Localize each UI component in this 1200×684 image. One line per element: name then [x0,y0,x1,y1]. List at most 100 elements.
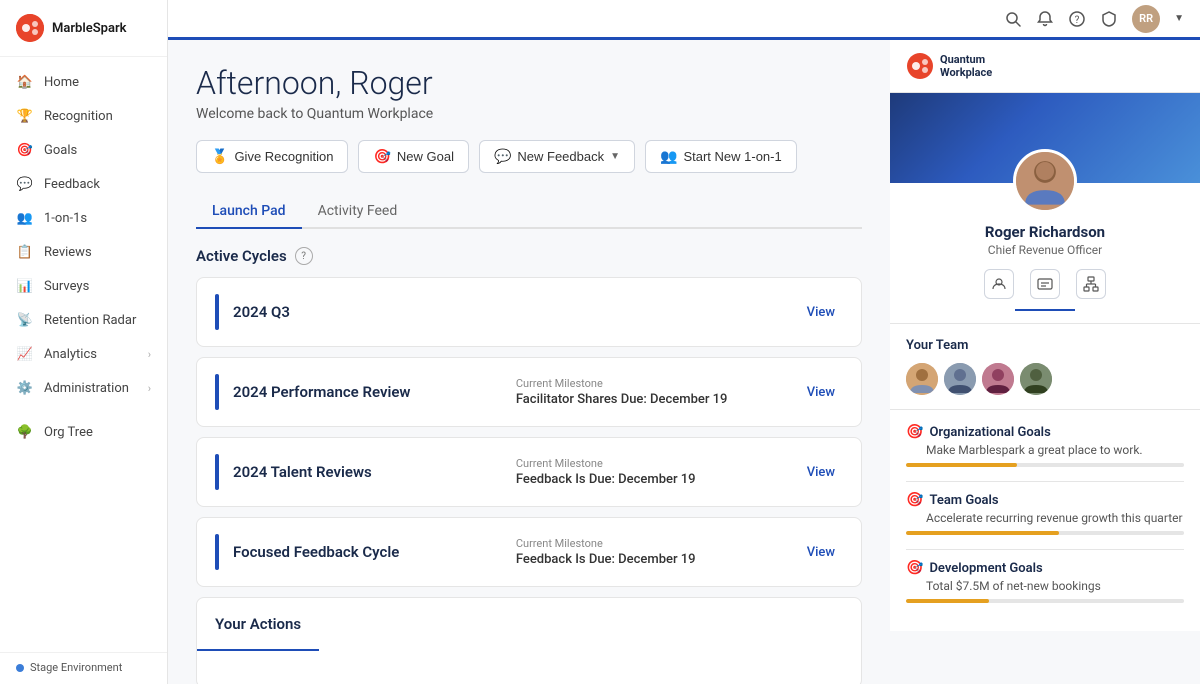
team-goal-bar [906,531,1059,535]
start-1on1-button[interactable]: 👥 Start New 1-on-1 [645,140,797,173]
dev-goal-icon: 🎯 [906,560,923,576]
recognition-icon: 🏆 [16,107,34,125]
cycle-card-talent: 2024 Talent Reviews Current Milestone Fe… [196,437,862,507]
cycle-name-talent: 2024 Talent Reviews [233,463,516,481]
your-actions-content [197,651,861,684]
team-member-4[interactable] [1020,363,1052,395]
profile-title: Chief Revenue Officer [906,243,1184,257]
qw-logo: Quantum Workplace [906,52,992,80]
tab-launchpad[interactable]: Launch Pad [196,195,302,229]
cycle-name-perf: 2024 Performance Review [233,383,516,401]
goal-btn-icon: 🎯 [373,148,390,165]
new-feedback-label: New Feedback [517,149,604,164]
shield-icon[interactable] [1100,10,1118,28]
sidebar-label-orgtree: Org Tree [44,425,151,440]
reviews-icon: 📋 [16,243,34,261]
sidebar-label-retention: Retention Radar [44,313,151,328]
cycle-accent-talent [215,454,219,490]
profile-org-icon[interactable] [1076,269,1106,299]
sidebar-item-recognition[interactable]: 🏆 Recognition [0,99,167,133]
team-member-2[interactable] [944,363,976,395]
milestone-value-talent: Feedback Is Due: December 19 [516,472,799,487]
profile-avatar-image [1016,149,1074,213]
cycle-view-perf[interactable]: View [799,381,843,404]
retention-icon: 📡 [16,311,34,329]
dev-goal-text: Total $7.5M of net-new bookings [906,579,1184,593]
goal-item-dev: 🎯 Development Goals Total $7.5M of net-n… [906,560,1184,603]
help-icon[interactable]: ? [1068,10,1086,28]
sidebar-item-reviews[interactable]: 📋 Reviews [0,235,167,269]
team-avatars [906,363,1184,395]
goal-item-team: 🎯 Team Goals Accelerate recurring revenu… [906,492,1184,535]
analytics-icon: 📈 [16,345,34,363]
welcome-text: Welcome back to Quantum Workplace [196,106,862,122]
search-icon[interactable] [1004,10,1022,28]
milestone-value-perf: Facilitator Shares Due: December 19 [516,392,799,407]
topbar: ? RR ▼ [168,0,1200,40]
sidebar-item-admin[interactable]: ⚙️ Administration › [0,371,167,405]
new-goal-button[interactable]: 🎯 New Goal [358,140,469,173]
give-recognition-button[interactable]: 🏅 Give Recognition [196,140,348,173]
dev-goal-type: Development Goals [929,561,1042,576]
cycle-view-q3[interactable]: View [799,301,843,324]
your-actions-title: Your Actions [215,615,301,633]
sidebar-item-surveys[interactable]: 📊 Surveys [0,269,167,303]
active-cycles-header: Active Cycles ? [196,247,862,265]
tabs-container: Launch Pad Activity Feed [196,195,862,229]
goal-item-org: 🎯 Organizational Goals Make Marblespark … [906,424,1184,467]
stage-label: Stage Environment [30,661,122,674]
team-member-1[interactable] [906,363,938,395]
new-goal-label: New Goal [397,149,454,164]
qw-brand-name: Quantum [940,53,992,66]
sidebar-item-orgtree[interactable]: 🌳 Org Tree [0,415,167,449]
bell-icon[interactable] [1036,10,1054,28]
cycle-milestone-talent: Current Milestone Feedback Is Due: Decem… [516,457,799,487]
sidebar-item-home[interactable]: 🏠 Home [0,65,167,99]
your-actions-header: Your Actions [197,598,319,651]
goal-header-dev: 🎯 Development Goals [906,560,1184,576]
profile-card-icon[interactable] [1030,269,1060,299]
team-goal-type: Team Goals [929,493,998,508]
milestone-label-perf: Current Milestone [516,377,799,390]
org-goal-icon: 🎯 [906,424,923,440]
team-goal-progress [906,531,1184,535]
chevron-right-icon-admin: › [148,382,151,395]
active-cycles-help-icon[interactable]: ? [295,247,313,265]
sidebar-label-recognition: Recognition [44,109,151,124]
1on1-btn-icon: 👥 [660,148,677,165]
action-buttons: 🏅 Give Recognition 🎯 New Goal 💬 New Feed… [196,140,862,173]
sidebar-nav: 🏠 Home 🏆 Recognition 🎯 Goals 💬 Feedback … [0,57,167,652]
profile-view-icon[interactable] [984,269,1014,299]
cycle-name-focused: Focused Feedback Cycle [233,543,516,561]
new-feedback-button[interactable]: 💬 New Feedback ▼ [479,140,635,173]
milestone-label-talent: Current Milestone [516,457,799,470]
user-avatar[interactable]: RR [1132,5,1160,33]
sidebar-item-retention[interactable]: 📡 Retention Radar [0,303,167,337]
sidebar-item-1on1s[interactable]: 👥 1-on-1s [0,201,167,235]
admin-icon: ⚙️ [16,379,34,397]
profile-name: Roger Richardson [906,223,1184,241]
sidebar-label-reviews: Reviews [44,245,151,260]
goal-header-team: 🎯 Team Goals [906,492,1184,508]
sidebar-item-feedback[interactable]: 💬 Feedback [0,167,167,201]
avatar-dropdown-icon[interactable]: ▼ [1174,13,1184,24]
sidebar-item-analytics[interactable]: 📈 Analytics › [0,337,167,371]
sidebar-label-surveys: Surveys [44,279,151,294]
1on1s-icon: 👥 [16,209,34,227]
sidebar-label-1on1s: 1-on-1s [44,211,151,226]
team-goal-text: Accelerate recurring revenue growth this… [906,511,1184,525]
your-actions-section: Your Actions [196,597,862,684]
cycle-row-q3: 2024 Q3 View [197,278,861,346]
cycle-view-focused[interactable]: View [799,541,843,564]
tab-activity[interactable]: Activity Feed [302,195,414,229]
cycle-view-talent[interactable]: View [799,461,843,484]
sidebar-item-goals[interactable]: 🎯 Goals [0,133,167,167]
active-cycles-title: Active Cycles [196,247,287,265]
goals-icon: 🎯 [16,141,34,159]
sidebar-label-admin: Administration [44,381,138,396]
right-panel: Quantum Workplace [890,40,1200,684]
cycle-row-talent: 2024 Talent Reviews Current Milestone Fe… [197,438,861,506]
divider-2 [906,549,1184,550]
cycle-milestone-perf: Current Milestone Facilitator Shares Due… [516,377,799,407]
team-member-3[interactable] [982,363,1014,395]
